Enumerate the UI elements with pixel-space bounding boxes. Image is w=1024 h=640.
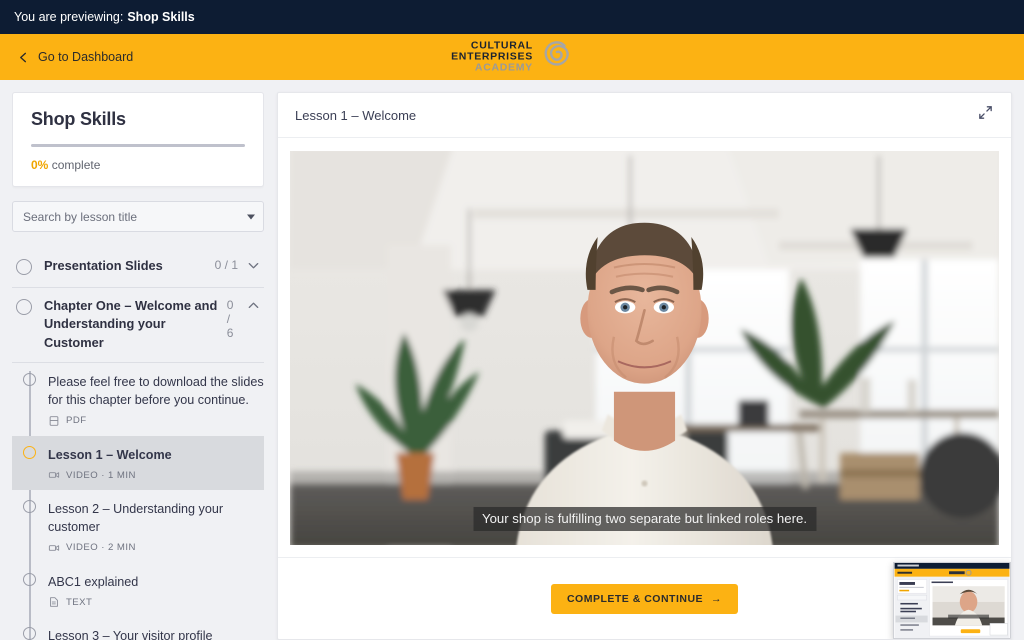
complete-and-continue-label: COMPLETE & CONTINUE	[566, 592, 704, 605]
progress-label: 0% complete	[31, 158, 245, 172]
course-progress-card: Shop Skills 0% complete	[12, 92, 264, 187]
lesson-meta: VIDEO · 1 MIN	[48, 469, 172, 481]
lesson-status-circle-icon	[23, 445, 36, 459]
progress-suffix: complete	[51, 158, 101, 172]
lesson-list-container[interactable]: Presentation Slides 0 / 1 Chapter One – …	[12, 248, 264, 640]
page-title: Lesson 1 – Welcome	[295, 107, 417, 123]
text-file-icon	[48, 596, 60, 608]
lesson-meta: TEXT	[48, 596, 138, 608]
progress-percent: 0%	[31, 158, 49, 172]
lesson-status-circle-icon	[23, 572, 36, 586]
page-preview-thumbnail[interactable]	[893, 562, 1011, 639]
site-logo[interactable]: CULTURAL ENTERPRISES ACADEMY	[451, 38, 573, 77]
lesson-status-circle-icon	[23, 500, 36, 514]
preview-banner: You are previewing: Shop Skills	[0, 0, 1024, 34]
lesson-meta: PDF	[48, 415, 264, 427]
spiral-icon	[539, 38, 573, 77]
lesson-title: Lesson 3 – Your visitor profile	[48, 629, 213, 640]
chapter-one-lessons: Please feel free to download the slides …	[12, 363, 264, 640]
lesson-content-panel: Lesson 1 – Welcome Your shop is fulfilli…	[277, 92, 1012, 640]
list-item[interactable]: Lesson 2 – Understanding your customer V…	[12, 490, 264, 563]
arrow-right-icon: →	[711, 592, 723, 605]
chapter-count: 0 / 6	[226, 298, 234, 340]
chapter-header-chapter-one[interactable]: Chapter One – Welcome and Understanding …	[12, 288, 264, 363]
chevron-up-icon[interactable]	[238, 297, 260, 317]
chapter-header-presentation-slides[interactable]: Presentation Slides 0 / 1	[12, 248, 264, 288]
logo-line-3: ACADEMY	[474, 61, 533, 74]
list-item[interactable]: ABC1 explained TEXT	[12, 563, 264, 617]
search-input[interactable]	[12, 201, 264, 232]
expand-arrows-icon[interactable]	[977, 104, 994, 126]
chevron-down-icon[interactable]	[238, 257, 260, 277]
video-caption: Your shop is fulfilling two separate but…	[473, 507, 816, 531]
progress-bar-track	[31, 144, 245, 147]
chapter-title: Chapter One – Welcome and Understanding …	[44, 298, 218, 350]
lesson-title: Please feel free to download the slides …	[48, 374, 264, 408]
lesson-meta: VIDEO · 2 MIN	[48, 542, 264, 554]
list-item[interactable]: Lesson 3 – Your visitor profile VIDEO · …	[12, 617, 264, 640]
lesson-meta-label: TEXT	[66, 596, 93, 608]
video-camera-icon	[48, 469, 60, 481]
course-title: Shop Skills	[31, 109, 126, 129]
preview-banner-label: You are previewing:	[14, 10, 124, 24]
chapter-status-circle-icon	[16, 299, 32, 315]
preview-banner-course-name: Shop Skills	[127, 10, 195, 24]
video-container: Your shop is fulfilling two separate but…	[278, 138, 1011, 545]
lesson-title: Lesson 2 – Understanding your customer	[48, 502, 224, 535]
lesson-meta-label: VIDEO · 1 MIN	[66, 469, 136, 481]
lesson-meta-label: VIDEO · 2 MIN	[66, 542, 136, 554]
go-to-dashboard-link[interactable]: Go to Dashboard	[18, 50, 133, 64]
page-preview-thumbnail-image	[894, 563, 1010, 638]
chevron-left-icon	[18, 52, 29, 63]
lesson-header: Lesson 1 – Welcome	[278, 93, 1011, 138]
pdf-file-icon	[48, 415, 60, 427]
complete-and-continue-button[interactable]: COMPLETE & CONTINUE →	[550, 583, 739, 614]
list-item-current[interactable]: Lesson 1 – Welcome VIDEO · 1 MIN	[12, 435, 264, 491]
course-sidebar: Shop Skills 0% complete Presentation Sli…	[12, 92, 264, 640]
lesson-meta-label: PDF	[66, 415, 87, 427]
chapter-count: 0 / 1	[214, 258, 238, 272]
list-item[interactable]: Please feel free to download the slides …	[12, 363, 264, 436]
lesson-search	[12, 201, 264, 232]
chapter-title: Presentation Slides	[44, 258, 163, 273]
lesson-title: Lesson 1 – Welcome	[48, 447, 172, 462]
chapter-status-circle-icon	[16, 259, 32, 275]
go-to-dashboard-label: Go to Dashboard	[38, 50, 134, 64]
video-player[interactable]: Your shop is fulfilling two separate but…	[290, 151, 999, 545]
lesson-status-circle-icon	[23, 627, 36, 640]
lesson-status-circle-icon	[23, 372, 36, 386]
video-camera-icon	[48, 542, 60, 554]
video-frame-image	[290, 151, 999, 545]
page-body: Shop Skills 0% complete Presentation Sli…	[0, 80, 1024, 640]
top-navigation-bar: Go to Dashboard CULTURAL ENTERPRISES ACA…	[0, 34, 1024, 80]
lesson-title: ABC1 explained	[48, 574, 139, 589]
